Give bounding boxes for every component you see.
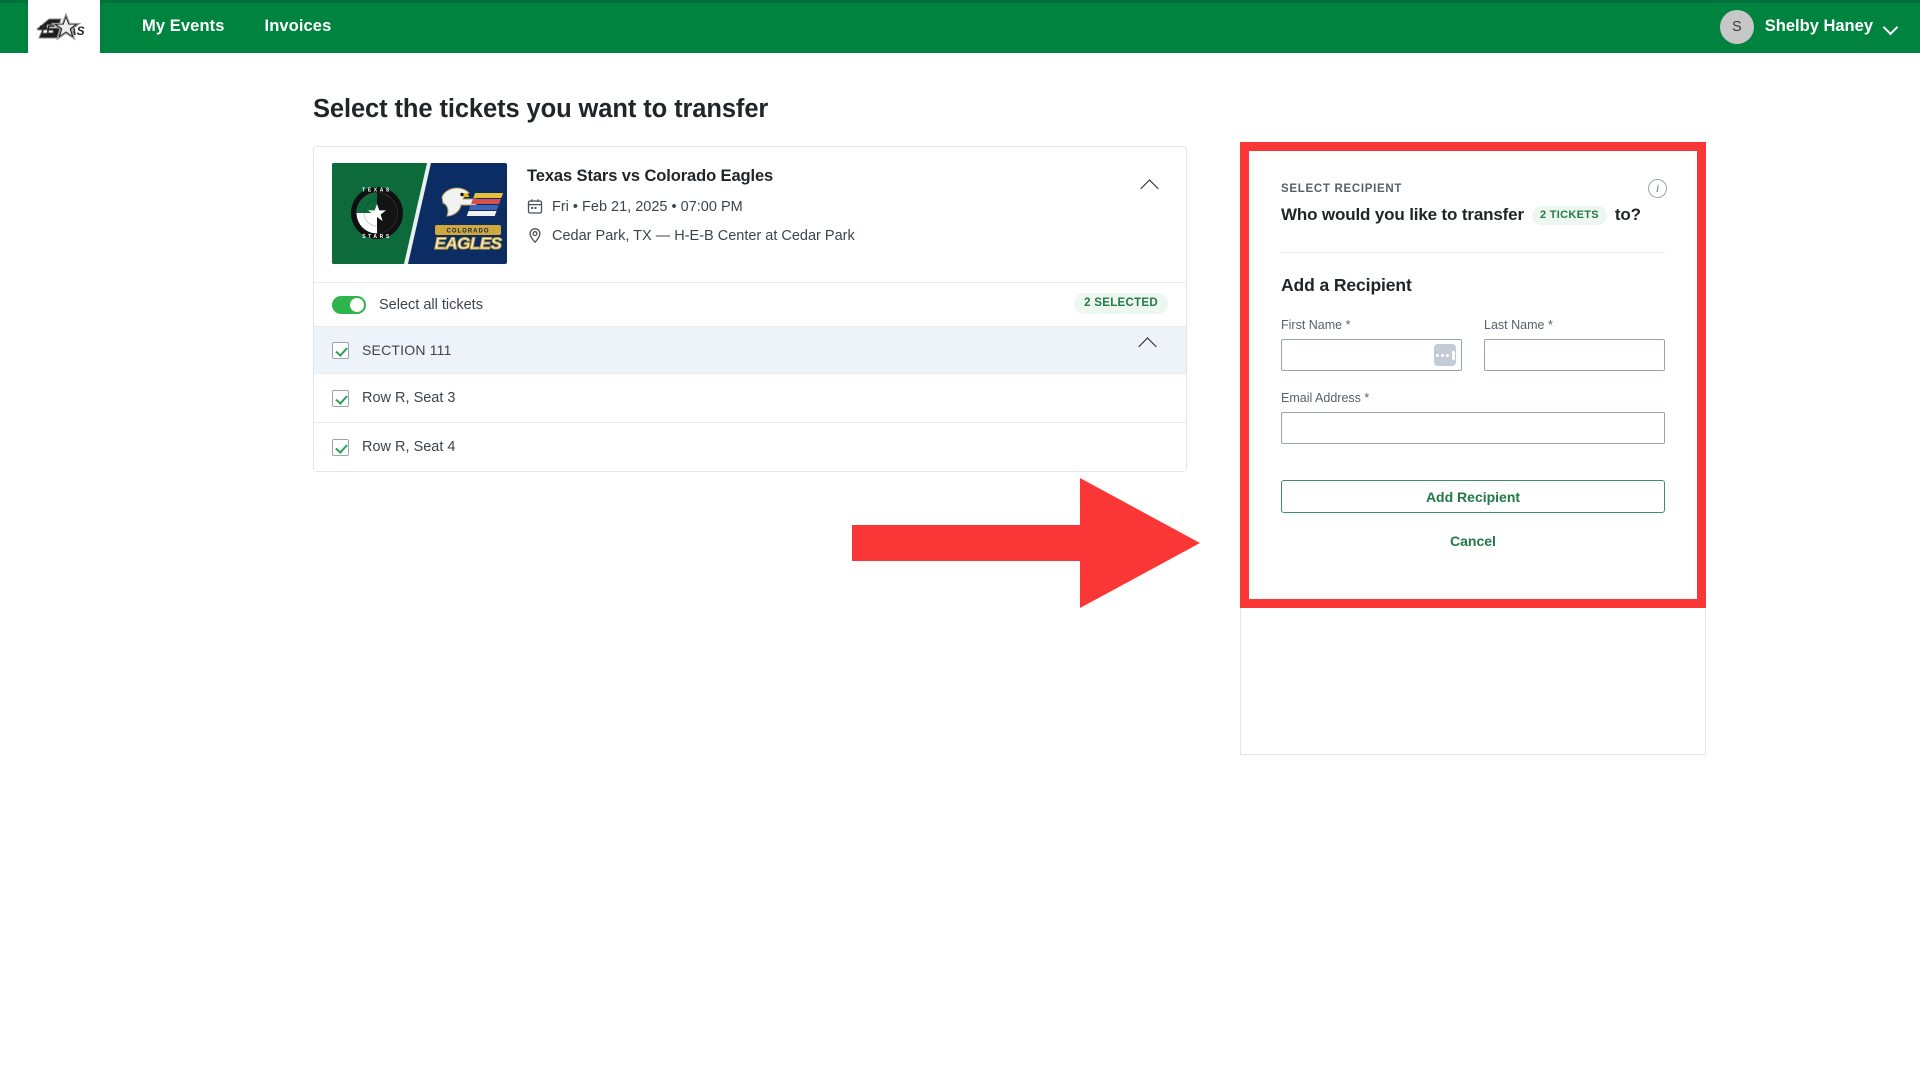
info-icon[interactable]: i	[1648, 179, 1667, 198]
nav-link-my-events[interactable]: My Events	[142, 17, 225, 36]
last-name-field-group: Last Name *	[1484, 318, 1665, 371]
email-field-group: Email Address *	[1281, 391, 1665, 444]
tickets-count-badge: 2 TICKETS	[1531, 205, 1607, 225]
select-all-row: Select all tickets 2 SELECTED	[314, 283, 1186, 326]
select-all-label: Select all tickets	[379, 296, 483, 313]
last-name-input-wrapper	[1484, 339, 1665, 371]
first-name-input-wrapper	[1281, 339, 1462, 371]
select-all-toggle[interactable]	[332, 295, 366, 314]
autofill-dot	[1440, 353, 1444, 357]
recipient-question: Who would you like to transfer 2 TICKETS…	[1281, 205, 1665, 225]
password-manager-autofill-icon[interactable]	[1434, 344, 1456, 366]
name-fields-row: First Name * Last Name *	[1281, 318, 1665, 371]
last-name-input[interactable]	[1484, 339, 1665, 371]
calendar-icon	[527, 199, 543, 214]
svg-text:STARS: STARS	[362, 234, 392, 240]
required-marker: *	[1364, 391, 1370, 405]
add-recipient-button[interactable]: Add Recipient	[1281, 480, 1665, 513]
section-checkbox[interactable]	[332, 341, 349, 359]
seat-label: Row R, Seat 3	[362, 390, 456, 406]
primary-nav-links: My Events Invoices	[142, 17, 331, 36]
first-name-label: First Name *	[1281, 318, 1462, 332]
section-label: SECTION 111	[362, 342, 452, 358]
first-name-label-text: First Name	[1281, 318, 1343, 332]
event-details: Texas Stars vs Colorado Eagles Fri • Feb…	[527, 163, 855, 264]
autofill-bar	[1451, 350, 1455, 360]
seat-row[interactable]: Row R, Seat 3	[314, 374, 1186, 422]
email-input[interactable]	[1281, 412, 1665, 444]
seat-row[interactable]: Row R, Seat 4	[314, 423, 1186, 471]
section-row[interactable]: SECTION 111	[314, 327, 1186, 373]
email-input-wrapper	[1281, 412, 1665, 444]
seat-checkbox[interactable]	[332, 389, 349, 407]
email-label: Email Address *	[1281, 391, 1665, 405]
email-label-text: Email Address	[1281, 391, 1361, 405]
svg-text:EAGLES: EAGLES	[435, 234, 503, 253]
event-thumbnail: TEXAS STARS COLORADO EAGLES	[332, 163, 507, 264]
required-marker: *	[1345, 318, 1351, 332]
event-venue-row: Cedar Park, TX — H-E-B Center at Cedar P…	[527, 227, 855, 244]
last-name-label-text: Last Name	[1484, 318, 1545, 332]
required-marker: *	[1547, 318, 1553, 332]
texas-stars-logo[interactable]: TE AS	[28, 0, 100, 53]
ticket-selection-card: TEXAS STARS COLORADO EAGLES Texas Stars …	[313, 146, 1187, 472]
last-name-label: Last Name *	[1484, 318, 1665, 332]
recipient-panel: SELECT RECIPIENT i Who would you like to…	[1249, 151, 1697, 599]
event-datetime: Fri • Feb 21, 2025 • 07:00 PM	[552, 198, 743, 215]
texas-stars-logo-icon: TE AS	[33, 6, 95, 47]
event-header: TEXAS STARS COLORADO EAGLES Texas Stars …	[314, 147, 1186, 282]
seat-checkbox[interactable]	[332, 438, 349, 456]
avatar: S	[1719, 9, 1754, 44]
autofill-dot	[1435, 353, 1439, 357]
event-name: Texas Stars vs Colorado Eagles	[527, 167, 774, 185]
event-collapse-toggle[interactable]	[1140, 179, 1166, 205]
user-name-label: Shelby Haney	[1764, 17, 1873, 35]
recipient-question-after: to?	[1614, 205, 1641, 224]
page-title: Select the tickets you want to transfer	[313, 95, 769, 123]
red-right-arrow-annotation	[852, 478, 1200, 608]
event-venue: Cedar Park, TX — H-E-B Center at Cedar P…	[552, 227, 855, 244]
add-recipient-heading: Add a Recipient	[1281, 275, 1412, 295]
event-datetime-row: Fri • Feb 21, 2025 • 07:00 PM	[527, 198, 855, 215]
location-pin-icon	[529, 228, 541, 244]
top-navigation-bar: TE AS My Events Invoices S Shelby Haney	[0, 0, 1920, 53]
divider	[1281, 252, 1665, 253]
svg-text:TEXAS: TEXAS	[362, 188, 392, 194]
recipient-panel-lower-section	[1240, 608, 1706, 755]
chevron-down-icon[interactable]	[1884, 22, 1898, 31]
section-collapse-toggle[interactable]	[1138, 337, 1164, 363]
nav-link-invoices[interactable]: Invoices	[265, 17, 332, 36]
select-recipient-kicker: SELECT RECIPIENT	[1281, 183, 1403, 195]
svg-text:TE: TE	[39, 23, 55, 37]
cancel-button[interactable]: Cancel	[1281, 532, 1665, 550]
recipient-question-before: Who would you like to transfer	[1281, 205, 1524, 224]
first-name-field-group: First Name *	[1281, 318, 1462, 371]
autofill-dot	[1445, 353, 1449, 357]
nav-accent-stripe	[0, 0, 1920, 3]
user-menu[interactable]: S Shelby Haney	[1719, 0, 1898, 53]
seat-label: Row R, Seat 4	[362, 439, 456, 455]
matchup-artwork-icon: TEXAS STARS COLORADO EAGLES	[332, 163, 507, 264]
selected-count-badge: 2 SELECTED	[1074, 293, 1168, 314]
